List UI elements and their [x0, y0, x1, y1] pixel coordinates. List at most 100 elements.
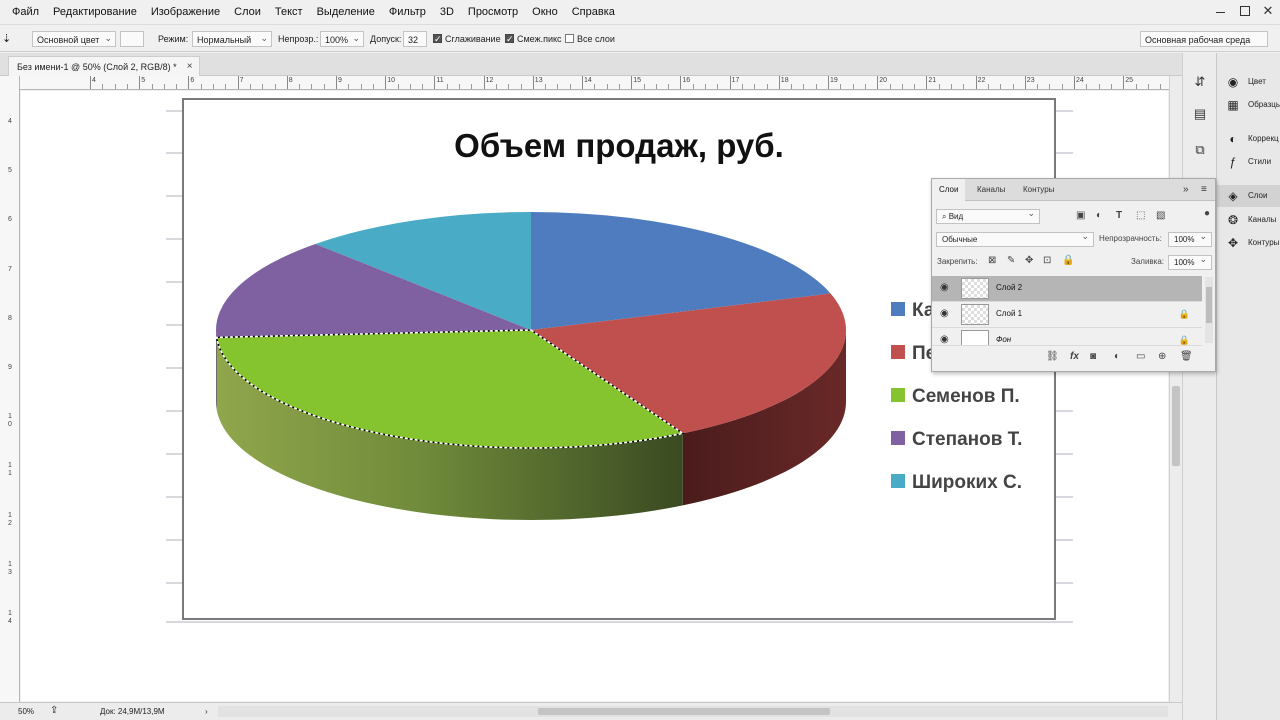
zoom-level[interactable]: 50% — [18, 707, 34, 716]
antialias-toggle[interactable]: Сглаживание — [433, 31, 501, 47]
paths-icon: ✥ — [1227, 236, 1239, 250]
legend-swatch — [891, 345, 905, 359]
menu-filter[interactable]: Фильтр — [382, 0, 433, 24]
fx-icon[interactable]: fx — [1070, 351, 1079, 362]
menu-file[interactable]: Файл — [0, 0, 46, 24]
layer-name[interactable]: Фон — [996, 335, 1011, 344]
mode-dropdown[interactable]: Нормальный — [192, 30, 272, 47]
contiguous-toggle[interactable]: Смеж.пикс — [505, 31, 562, 47]
layers-scroll-thumb[interactable] — [1206, 287, 1212, 323]
antialias-checkbox[interactable] — [433, 31, 442, 47]
filter-pixel-icon[interactable]: ▣ — [1076, 210, 1085, 221]
menu-select[interactable]: Выделение — [310, 0, 382, 24]
eye-icon[interactable]: ◉ — [940, 308, 949, 319]
ruler-tick — [434, 76, 436, 89]
panel-color[interactable]: ◉ Цвет — [1217, 71, 1280, 93]
blend-mode-dropdown[interactable]: Обычные — [936, 230, 1094, 247]
export-icon[interactable]: ⇪ — [50, 705, 58, 716]
collapse-icon[interactable]: » — [1176, 179, 1196, 201]
add-mask-icon[interactable]: ◙ — [1090, 351, 1096, 362]
swatch-preview[interactable] — [120, 31, 144, 47]
eye-icon[interactable]: ◉ — [940, 282, 949, 293]
tab-layers[interactable]: Слои — [932, 179, 966, 201]
status-menu-arrow-icon[interactable]: › — [205, 707, 208, 716]
ruler-v-label: 11 — [8, 462, 12, 478]
menu-help[interactable]: Справка — [565, 0, 622, 24]
horizontal-scroll-thumb[interactable] — [538, 708, 830, 715]
vertical-scrollbar[interactable] — [1169, 76, 1182, 702]
workspace-selector[interactable]: Основная рабочая среда — [1140, 31, 1268, 47]
layer-row[interactable]: ◉ Слой 1 🔒 — [932, 302, 1202, 328]
lock-brush-icon[interactable]: ✎ — [1007, 255, 1015, 266]
sample-dropdown[interactable]: Основной цвет — [32, 30, 116, 47]
ruler-h-label: 21 — [928, 77, 937, 84]
layer-name[interactable]: Слой 2 — [996, 283, 1022, 292]
vertical-scroll-thumb[interactable] — [1172, 386, 1180, 466]
minimize-icon[interactable] — [1208, 0, 1232, 24]
history-icon[interactable]: ⇵ — [1191, 73, 1209, 91]
swatches-icon: ▦ — [1227, 98, 1239, 112]
delete-layer-icon[interactable]: 🗑 — [1180, 351, 1193, 362]
panel-swatches[interactable]: ▦ Образцы — [1217, 94, 1280, 116]
opacity-input[interactable]: 100% — [320, 30, 364, 47]
menu-view[interactable]: Просмотр — [461, 0, 525, 24]
panel-styles[interactable]: ƒ Стили — [1217, 151, 1280, 173]
tab-channels[interactable]: Каналы — [970, 179, 1012, 201]
tool-preset-icon[interactable]: ⇣ — [2, 31, 11, 47]
contiguous-checkbox[interactable] — [505, 31, 514, 47]
lock-artboard-icon[interactable]: ⊡ — [1043, 255, 1051, 266]
filter-smart-object-icon[interactable]: ▧ — [1156, 210, 1165, 221]
lock-position-icon[interactable]: ✥ — [1025, 255, 1033, 266]
panel-channels[interactable]: ❂ Каналы — [1217, 209, 1280, 231]
tab-paths[interactable]: Контуры — [1016, 179, 1061, 201]
menu-edit[interactable]: Редактирование — [46, 0, 144, 24]
clone-source-icon[interactable]: ⧉ — [1191, 141, 1209, 159]
layer-row[interactable]: ◉ Фон 🔒 — [932, 328, 1202, 346]
filter-toggle-icon[interactable]: ● — [1204, 208, 1210, 219]
all-layers-checkbox[interactable] — [565, 34, 574, 43]
menu-image[interactable]: Изображение — [144, 0, 227, 24]
contiguous-label: Смеж.пикс — [517, 34, 562, 44]
fill-input[interactable]: 100% — [1168, 253, 1212, 270]
layer-filter-dropdown[interactable]: ⌕ Вид — [936, 207, 1040, 224]
panel-paths[interactable]: ✥ Контуры — [1217, 232, 1280, 254]
ruler-v-label: 4 — [8, 118, 12, 125]
document-tab[interactable]: Без имени-1 @ 50% (Слой 2, RGB/8) * × — [8, 56, 200, 76]
layers-scrollbar[interactable] — [1205, 277, 1213, 343]
lock-all-icon[interactable]: 🔒 — [1062, 255, 1074, 266]
new-adjustment-icon[interactable]: ◐ — [1114, 351, 1120, 362]
close-icon[interactable]: × — [187, 57, 193, 77]
lock-transparent-icon[interactable]: ⊠ — [988, 255, 996, 266]
filter-type-icon[interactable]: T — [1116, 210, 1122, 221]
close-window-icon[interactable]: ✕ — [1256, 0, 1280, 24]
new-group-icon[interactable]: ▭ — [1136, 351, 1145, 362]
ruler-tick — [409, 84, 411, 89]
panel-menu-icon[interactable]: ≡ — [1194, 179, 1214, 201]
ruler-tick — [717, 84, 719, 89]
properties-icon[interactable]: ▤ — [1191, 105, 1209, 123]
menu-layers[interactable]: Слои — [227, 0, 268, 24]
panel-layers[interactable]: ◈ Слои — [1217, 185, 1280, 207]
ruler-tick — [385, 76, 387, 89]
eye-icon[interactable]: ◉ — [940, 334, 949, 345]
ruler-tick — [176, 84, 178, 89]
new-layer-icon[interactable]: ⊕ — [1158, 351, 1166, 362]
filter-adjustment-icon[interactable]: ◐ — [1096, 210, 1102, 221]
filter-shape-icon[interactable]: ⬚ — [1136, 210, 1145, 221]
menu-3d[interactable]: 3D — [433, 0, 461, 24]
horizontal-ruler: 4 5 6 7 8 9 10 11 12 13 14 15 16 17 18 19 20 21 22 23 24 25 — [20, 76, 1169, 90]
menu-window[interactable]: Окно — [525, 0, 565, 24]
layer-name[interactable]: Слой 1 — [996, 309, 1022, 318]
panel-adjustments[interactable]: ◐ Коррекц — [1217, 128, 1280, 150]
link-layers-icon[interactable]: ⛓ — [1046, 351, 1059, 362]
menu-type[interactable]: Текст — [268, 0, 310, 24]
maximize-icon[interactable] — [1232, 0, 1256, 24]
all-layers-toggle[interactable]: Все слои — [565, 31, 615, 47]
ruler-h-label: 18 — [780, 77, 789, 84]
ruler-tick — [606, 84, 608, 89]
layer-row[interactable]: ◉ Слой 2 — [932, 276, 1202, 302]
layer-opacity-input[interactable]: 100% — [1168, 230, 1212, 247]
tolerance-input[interactable]: 32 — [403, 31, 427, 47]
opacity-value: 100% — [325, 35, 349, 45]
horizontal-scrollbar[interactable] — [218, 706, 1168, 717]
